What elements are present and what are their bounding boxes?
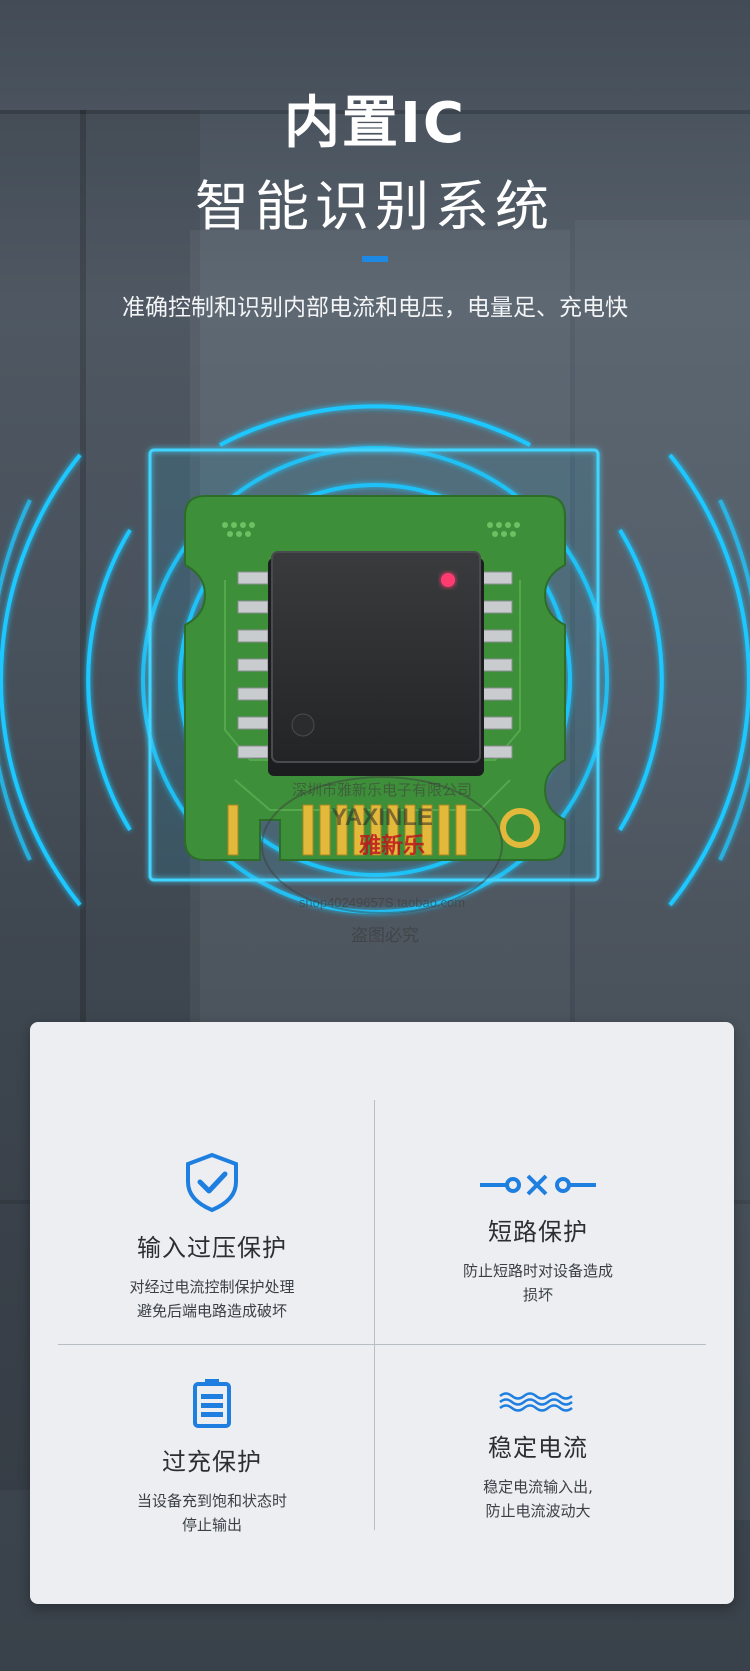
page-subtitle: 智能识别系统	[195, 175, 555, 238]
ic-pin1-marker	[291, 713, 315, 737]
ic-led	[441, 573, 455, 587]
chip-svg: 深圳市雅新乐电子有限公司 YAXINLE 雅新乐 shop40249657S.t…	[0, 404, 750, 945]
accent-divider	[362, 256, 388, 262]
page-title: 内置IC	[284, 91, 466, 156]
feature-desc: 损坏	[522, 1286, 553, 1304]
feature-card: 输入过压保护 对经过电流控制保护处理 避免后端电路造成破坏 短路保护 防止短路时…	[30, 1022, 734, 1604]
page-description: 准确控制和识别内部电流和电压，电量足、充电快	[122, 295, 628, 321]
battery-icon	[193, 1379, 231, 1428]
vertical-divider	[374, 1100, 375, 1530]
shield-check-icon	[186, 1152, 238, 1213]
watermark-company: 深圳市雅新乐电子有限公司	[292, 782, 472, 799]
pcb-chip-illustration: 深圳市雅新乐电子有限公司 YAXINLE 雅新乐 shop40249657S.t…	[0, 400, 750, 1000]
horizontal-divider	[58, 1344, 706, 1345]
feature-desc: 避免后端电路造成破坏	[136, 1302, 287, 1320]
wave-icon	[499, 1392, 573, 1412]
feature-desc: 防止短路时对设备造成	[462, 1262, 613, 1280]
feature-title: 过充保护	[162, 1448, 262, 1476]
short-circuit-icon	[480, 1174, 596, 1196]
watermark-brand-cn: 雅新乐	[359, 833, 425, 858]
feature-desc: 当设备充到饱和状态时	[136, 1492, 287, 1510]
feature-desc: 停止输出	[181, 1516, 242, 1534]
feature-title: 稳定电流	[488, 1434, 588, 1462]
feature-desc: 稳定电流输入出,	[483, 1478, 593, 1496]
product-detail-page: 内置IC 智能识别系统 准确控制和识别内部电流和电压，电量足、充电快 深圳市雅新…	[0, 0, 750, 1671]
watermark-brand: YAXINLE	[331, 804, 433, 831]
feature-desc: 对经过电流控制保护处理	[129, 1278, 295, 1296]
watermark-notice: 盗图必究	[351, 926, 419, 945]
feature-overvoltage: 输入过压保护 对经过电流控制保护处理 避免后端电路造成破坏	[52, 1152, 372, 1323]
feature-title: 短路保护	[488, 1218, 588, 1246]
feature-short-circuit: 短路保护 防止短路时对设备造成 损坏	[378, 1172, 698, 1307]
watermark-shop: shop40249657S.taobao.com	[299, 895, 465, 910]
feature-title: 输入过压保护	[137, 1234, 287, 1262]
feature-desc: 防止电流波动大	[485, 1502, 591, 1520]
feature-overcharge: 过充保护 当设备充到饱和状态时 停止输出	[52, 1378, 372, 1537]
feature-stable-current: 稳定电流 稳定电流输入出, 防止电流波动大	[378, 1390, 698, 1523]
